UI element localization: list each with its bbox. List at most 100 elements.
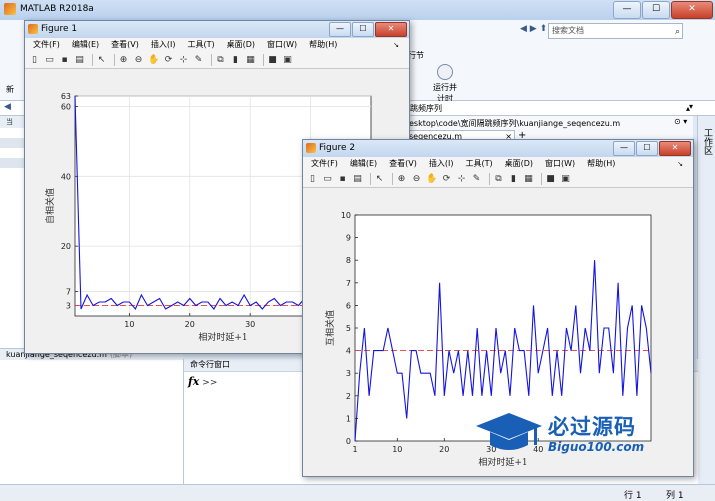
show-tools-icon[interactable]: ▣: [560, 174, 571, 185]
x-tick-label: 10: [124, 320, 134, 329]
menu-help[interactable]: 帮助(H): [583, 157, 619, 171]
search-documentation-input[interactable]: 搜索文档 ⌕: [548, 23, 683, 39]
figure-1-toolbar: ▯ ▭ ▪ ▤ ↖ ⊕ ⊖ ✋ ⟳ ⊹ ✎ ⧉ ▮ ▦ ■ ▣: [25, 52, 409, 69]
run-and-time-button[interactable]: 运行并 计时: [428, 64, 462, 104]
minimize-button[interactable]: —: [613, 1, 641, 19]
print-icon[interactable]: ▤: [352, 174, 363, 185]
search-icon[interactable]: ⌕: [675, 25, 680, 39]
menu-file[interactable]: 文件(F): [307, 157, 342, 171]
new-figure-icon[interactable]: ▯: [307, 174, 318, 185]
menu-tools[interactable]: 工具(T): [461, 157, 496, 171]
menu-view[interactable]: 查看(V): [385, 157, 421, 171]
figure-1-minimize-button[interactable]: —: [329, 22, 351, 37]
menu-window[interactable]: 窗口(W): [263, 38, 301, 52]
run-section-label[interactable]: 行节: [408, 50, 424, 61]
y-tick-label: 6: [346, 301, 351, 310]
command-prompt: >>: [202, 378, 217, 388]
pan-icon[interactable]: ✋: [426, 174, 437, 185]
zoom-in-icon[interactable]: ⊕: [118, 55, 129, 66]
watermark-url: Biguo100.com: [548, 440, 644, 454]
figure-2-toolbar: ▯ ▭ ▪ ▤ ↖ ⊕ ⊖ ✋ ⟳ ⊹ ✎ ⧉ ▮ ▦ ■ ▣: [303, 171, 693, 188]
figure-2-maximize-button[interactable]: ☐: [636, 141, 658, 156]
colorbar-icon[interactable]: ▮: [508, 174, 519, 185]
figure-1-menubar: 文件(F) 编辑(E) 查看(V) 插入(I) 工具(T) 桌面(D) 窗口(W…: [25, 38, 409, 52]
select-arrow-icon[interactable]: ↖: [374, 174, 385, 185]
print-icon[interactable]: ▤: [74, 55, 85, 66]
data-cursor-icon[interactable]: ⊹: [456, 174, 467, 185]
run-and-time-label: 运行并 计时: [433, 83, 457, 103]
workspace-panel-collapsed[interactable]: 工作区: [697, 116, 715, 484]
figure-1-maximize-button[interactable]: ☐: [352, 22, 374, 37]
menu-tools[interactable]: 工具(T): [183, 38, 218, 52]
hide-tools-icon[interactable]: ■: [267, 55, 278, 66]
dock-arrow-icon[interactable]: ↘: [673, 157, 687, 171]
zoom-out-icon[interactable]: ⊖: [133, 55, 144, 66]
save-icon[interactable]: ▪: [59, 55, 70, 66]
y-tick-label: 8: [346, 256, 351, 265]
dock-arrow-icon[interactable]: ↘: [389, 38, 403, 52]
rotate-icon[interactable]: ⟳: [163, 55, 174, 66]
menu-edit[interactable]: 编辑(E): [346, 157, 381, 171]
toolstrip-left-label: 新: [6, 84, 14, 95]
legend-icon[interactable]: ▦: [245, 55, 256, 66]
panel-controls-icon[interactable]: ⊙ ▾: [674, 117, 687, 126]
menu-help[interactable]: 帮助(H): [305, 38, 341, 52]
zoom-in-icon[interactable]: ⊕: [396, 174, 407, 185]
menu-desktop[interactable]: 桌面(D): [501, 157, 537, 171]
save-icon[interactable]: ▪: [337, 174, 348, 185]
editor-path: esktop\code\宽间隔跳频序列\kuanjiange_seqencezu…: [409, 118, 620, 129]
menu-edit[interactable]: 编辑(E): [68, 38, 103, 52]
figure-2-minimize-button[interactable]: —: [613, 141, 635, 156]
y-tick-label: 9: [346, 234, 351, 243]
menu-file[interactable]: 文件(F): [29, 38, 64, 52]
close-button[interactable]: ✕: [671, 1, 713, 19]
figure-1-close-button[interactable]: ✕: [375, 22, 407, 37]
brush-icon[interactable]: ✎: [471, 174, 482, 185]
x-tick-label: 30: [245, 320, 255, 329]
menu-desktop[interactable]: 桌面(D): [223, 38, 259, 52]
data-cursor-icon[interactable]: ⊹: [178, 55, 189, 66]
y-tick-label: 3: [346, 369, 351, 378]
legend-icon[interactable]: ▦: [523, 174, 534, 185]
y-tick-label: 10: [341, 211, 351, 220]
menu-insert[interactable]: 插入(I): [147, 38, 180, 52]
maximize-button[interactable]: ☐: [642, 1, 670, 19]
figure-2-title: Figure 2: [319, 143, 355, 153]
matlab-logo-icon: [4, 3, 16, 15]
y-tick-label: 40: [61, 172, 71, 181]
menu-insert[interactable]: 插入(I): [425, 157, 458, 171]
current-folder-path[interactable]: 跳频序列: [410, 103, 442, 114]
new-figure-icon[interactable]: ▯: [29, 55, 40, 66]
pan-icon[interactable]: ✋: [148, 55, 159, 66]
brush-icon[interactable]: ✎: [193, 55, 204, 66]
figure-1-title: Figure 1: [41, 24, 77, 34]
y-tick-label: 20: [61, 242, 71, 251]
link-plot-icon[interactable]: ⧉: [215, 55, 226, 66]
fx-icon[interactable]: fx: [188, 375, 199, 388]
open-file-icon[interactable]: ▭: [322, 174, 333, 185]
x-tick-label: 10: [392, 445, 402, 454]
figure-2-close-button[interactable]: ✕: [659, 141, 691, 156]
y-tick-label: 2: [346, 392, 351, 401]
figure-icon: [306, 143, 316, 153]
open-file-icon[interactable]: ▭: [44, 55, 55, 66]
select-arrow-icon[interactable]: ↖: [96, 55, 107, 66]
scroll-up-icon[interactable]: ▴: [686, 104, 690, 113]
show-tools-icon[interactable]: ▣: [282, 55, 293, 66]
link-plot-icon[interactable]: ⧉: [493, 174, 504, 185]
back-arrow-icon[interactable]: ◀: [4, 102, 11, 112]
hide-tools-icon[interactable]: ■: [545, 174, 556, 185]
rotate-icon[interactable]: ⟳: [441, 174, 452, 185]
x-tick-label: 1: [352, 445, 357, 454]
y-tick-label: 60: [61, 102, 71, 111]
status-bar: 行 1 列 1: [0, 484, 715, 501]
y-tick-label: 3: [66, 302, 71, 311]
x-tick-label: 20: [185, 320, 195, 329]
menu-window[interactable]: 窗口(W): [541, 157, 579, 171]
colorbar-icon[interactable]: ▮: [230, 55, 241, 66]
run-and-time-icon: [437, 64, 453, 80]
zoom-out-icon[interactable]: ⊖: [411, 174, 422, 185]
main-window-title: MATLAB R2018a: [20, 4, 94, 14]
menu-view[interactable]: 查看(V): [107, 38, 143, 52]
watermark-text: 必过源码: [548, 411, 636, 441]
